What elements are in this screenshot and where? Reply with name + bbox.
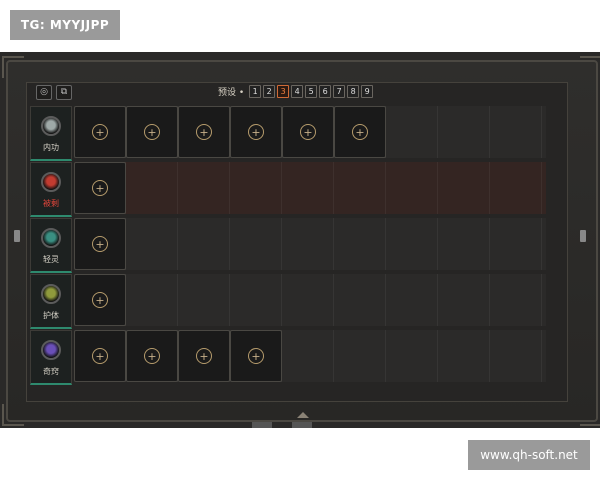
frame-corner <box>580 404 600 426</box>
preset-button-8[interactable]: 8 <box>347 85 360 98</box>
preset-button-5[interactable]: 5 <box>305 85 318 98</box>
category-label: 奇窍 <box>43 366 59 376</box>
add-icon: + <box>144 124 160 140</box>
add-icon: + <box>196 124 212 140</box>
add-icon: + <box>92 124 108 140</box>
watermark-bottom: www.qh-soft.net <box>468 440 590 470</box>
frame-corner <box>2 404 24 426</box>
frame-corner <box>2 56 24 78</box>
add-icon: + <box>92 236 108 252</box>
gear-icon[interactable]: ◎ <box>36 85 52 100</box>
category-tab[interactable]: 护体 <box>30 274 72 329</box>
add-icon: + <box>144 348 160 364</box>
category-icon <box>41 283 61 304</box>
category-label: 被剩 <box>43 198 59 208</box>
category-label: 内功 <box>43 142 59 152</box>
category-label: 护体 <box>43 310 59 320</box>
add-icon: + <box>92 180 108 196</box>
add-icon: + <box>248 124 264 140</box>
skill-slot[interactable]: + <box>126 106 178 158</box>
add-icon: + <box>92 292 108 308</box>
skill-slot[interactable]: + <box>74 162 126 214</box>
preset-button-1[interactable]: 1 <box>249 85 262 98</box>
category-tab[interactable]: 奇窍 <box>30 330 72 385</box>
category-icon <box>41 339 61 360</box>
preset-button-4[interactable]: 4 <box>291 85 304 98</box>
category-tab[interactable]: 轻灵 <box>30 218 72 273</box>
category-row: 被剩 + <box>30 162 546 217</box>
skill-slot[interactable]: + <box>178 106 230 158</box>
right-scroll-handle[interactable] <box>580 230 586 242</box>
preset-button-2[interactable]: 2 <box>263 85 276 98</box>
frame-corner <box>580 56 600 78</box>
preset-button-3[interactable]: 3 <box>277 85 290 98</box>
category-tab[interactable]: 内功 <box>30 106 72 161</box>
category-row: 轻灵 + <box>30 218 546 273</box>
row-track <box>74 218 546 270</box>
preset-button-9[interactable]: 9 <box>361 85 374 98</box>
skill-slot[interactable]: + <box>74 218 126 270</box>
skill-slot[interactable]: + <box>230 106 282 158</box>
category-label: 轻灵 <box>43 254 59 264</box>
skill-slot[interactable]: + <box>74 274 126 326</box>
row-track <box>74 162 546 214</box>
preset-label: 预设 • <box>218 88 245 98</box>
category-icon <box>41 115 61 136</box>
toolbar: ◎ ⧉ <box>36 85 72 100</box>
category-row: 护体 + <box>30 274 546 329</box>
skill-slot[interactable]: + <box>230 330 282 382</box>
preset-button-6[interactable]: 6 <box>319 85 332 98</box>
category-icon <box>41 227 61 248</box>
bottom-button[interactable] <box>252 422 272 428</box>
add-icon: + <box>196 348 212 364</box>
add-icon: + <box>248 348 264 364</box>
expand-arrow-icon[interactable] <box>297 412 309 418</box>
category-row: 内功 + + + + + + <box>30 106 546 161</box>
game-panel: ◎ ⧉ 预设 • 123456789 内功 + + + + + + 被剩 + 轻灵 + 护体 + 奇窍 + +… <box>0 52 600 428</box>
copy-icon[interactable]: ⧉ <box>56 85 72 100</box>
bottom-button[interactable] <box>292 422 312 428</box>
category-icon <box>41 171 61 192</box>
skill-slot[interactable]: + <box>74 106 126 158</box>
skill-slot[interactable]: + <box>74 330 126 382</box>
skill-slot[interactable]: + <box>178 330 230 382</box>
left-scroll-handle[interactable] <box>14 230 20 242</box>
category-tab[interactable]: 被剩 <box>30 162 72 217</box>
add-icon: + <box>300 124 316 140</box>
category-row: 奇窍 + + + + <box>30 330 546 385</box>
add-icon: + <box>92 348 108 364</box>
add-icon: + <box>352 124 368 140</box>
preset-button-7[interactable]: 7 <box>333 85 346 98</box>
skill-slot[interactable]: + <box>334 106 386 158</box>
watermark-top: TG: MYYJJPP <box>10 10 120 40</box>
preset-selector: 预设 • 123456789 <box>218 85 374 98</box>
skill-slot[interactable]: + <box>282 106 334 158</box>
row-track <box>74 274 546 326</box>
skill-slot[interactable]: + <box>126 330 178 382</box>
